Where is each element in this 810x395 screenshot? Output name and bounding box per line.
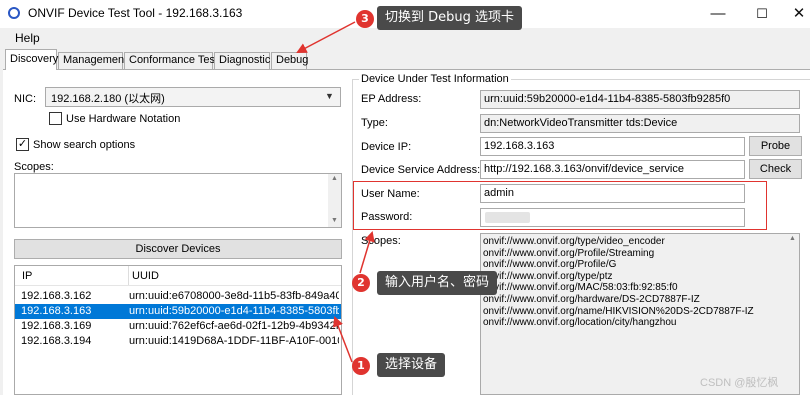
device-uuid: urn:uuid:e6708000-3e8d-11b5-83fb-849a40b…	[129, 290, 339, 302]
device-ip-label: Device IP:	[361, 141, 412, 153]
ep-address-label: EP Address:	[361, 93, 422, 105]
scopes-label: Scopes:	[14, 161, 54, 173]
ep-address-field[interactable]: urn:uuid:59b20000-e1d4-11b4-8385-5803fb9…	[480, 90, 800, 109]
nic-select[interactable]: 192.168.2.180 (以太网)	[45, 87, 341, 107]
scroll-up-icon[interactable]: ▲	[789, 235, 796, 242]
scope-item: onvif://www.onvif.org/name/HIKVISION%20D…	[483, 305, 754, 317]
nic-label: NIC:	[14, 93, 36, 105]
device-ip: 192.168.3.169	[21, 320, 92, 332]
scopes-scrollbar[interactable]: ▲ ▼	[328, 174, 341, 227]
step-2-callout: 输入用户名、密码	[377, 271, 498, 295]
minimize-button[interactable]: —	[696, 0, 740, 28]
search-options-label: Show search options	[33, 139, 136, 151]
scope-item: onvif://www.onvif.org/Profile/G	[483, 259, 617, 271]
close-button[interactable]: ✕	[777, 0, 810, 28]
probe-button[interactable]: Probe	[749, 136, 802, 156]
column-divider[interactable]	[128, 266, 129, 286]
scope-item: onvif://www.onvif.org/location/city/hang…	[483, 317, 677, 329]
step-3-badge: 3	[356, 10, 374, 28]
tab-management[interactable]: Management	[58, 52, 127, 69]
device-ip: 192.168.3.162	[21, 290, 92, 302]
app-icon	[8, 7, 20, 19]
column-header-ip[interactable]: IP	[22, 270, 32, 282]
tab-diagnostic[interactable]: Diagnostic	[214, 52, 270, 69]
table-row[interactable]: 192.168.3.194 urn:uuid:1419D68A-1DDF-11B…	[15, 334, 341, 349]
device-ip-input[interactable]: 192.168.3.163	[480, 137, 745, 156]
type-label: Type:	[361, 117, 388, 129]
table-row-selected[interactable]: 192.168.3.163 urn:uuid:59b20000-e1d4-11b…	[15, 304, 341, 319]
tab-conformance-test[interactable]: Conformance Test	[124, 52, 218, 69]
scope-item: onvif://www.onvif.org/Profile/Streaming	[483, 247, 655, 259]
column-header-uuid[interactable]: UUID	[132, 270, 159, 282]
tab-discovery[interactable]: Discovery	[5, 49, 58, 70]
menu-help[interactable]: Help	[15, 31, 40, 45]
check-button[interactable]: Check	[749, 159, 802, 179]
credentials-highlight	[353, 181, 767, 230]
step-2-badge: 2	[352, 274, 370, 292]
hardware-notation-checkbox[interactable]	[49, 112, 62, 125]
scope-item: onvif://www.onvif.org/type/ptz	[483, 270, 613, 282]
menu-bar	[0, 28, 810, 48]
watermark: CSDN @殷忆枫	[700, 377, 779, 389]
device-service-address-label: Device Service Address:	[361, 164, 481, 176]
device-uuid: urn:uuid:59b20000-e1d4-11b4-8385-5803fb9…	[129, 305, 339, 317]
scope-item: onvif://www.onvif.org/MAC/58:03:fb:92:85…	[483, 282, 678, 294]
scopes-input[interactable]	[14, 173, 342, 228]
scope-item: onvif://www.onvif.org/type/video_encoder	[483, 236, 665, 247]
device-uuid: urn:uuid:1419D68A-1DDF-11BF-A10F-0010f34…	[129, 335, 339, 347]
hardware-notation-label: Use Hardware Notation	[66, 113, 181, 125]
window-title: ONVIF Device Test Tool - 192.168.3.163	[28, 6, 243, 20]
dut-scopes-list: onvif://www.onvif.org/type/video_encoder…	[483, 236, 754, 329]
dut-scopes-label: Scopes:	[361, 235, 401, 247]
step-1-badge: 1	[352, 357, 370, 375]
type-field[interactable]: dn:NetworkVideoTransmitter tds:Device	[480, 114, 800, 133]
device-ip: 192.168.3.194	[21, 335, 92, 347]
discover-devices-button[interactable]: Discover Devices	[14, 239, 342, 259]
step-1-callout: 选择设备	[377, 353, 446, 377]
table-row[interactable]: 192.168.3.169 urn:uuid:762ef6cf-ae6d-02f…	[15, 319, 341, 334]
device-uuid: urn:uuid:762ef6cf-ae6d-02f1-12b9-4b9342f…	[129, 320, 339, 332]
device-ip: 192.168.3.163	[21, 305, 92, 317]
scroll-down-icon[interactable]: ▼	[331, 217, 338, 224]
table-row[interactable]: 192.168.3.162 urn:uuid:e6708000-3e8d-11b…	[15, 289, 341, 304]
dut-scopes-scrollbar[interactable]: ▲	[786, 234, 799, 394]
scope-item: onvif://www.onvif.org/hardware/DS-2CD788…	[483, 293, 700, 305]
header-divider	[15, 285, 341, 286]
chevron-down-icon[interactable]: ▼	[325, 91, 334, 101]
tab-debug[interactable]: Debug	[271, 52, 308, 69]
step-3-callout: 切换到 Debug 选项卡	[377, 6, 523, 30]
scroll-up-icon[interactable]: ▲	[331, 175, 338, 182]
dut-legend: Device Under Test Information	[359, 73, 511, 85]
search-options-checkbox[interactable]: ✓	[16, 138, 29, 151]
device-service-address-input[interactable]: http://192.168.3.163/onvif/device_servic…	[480, 160, 745, 179]
